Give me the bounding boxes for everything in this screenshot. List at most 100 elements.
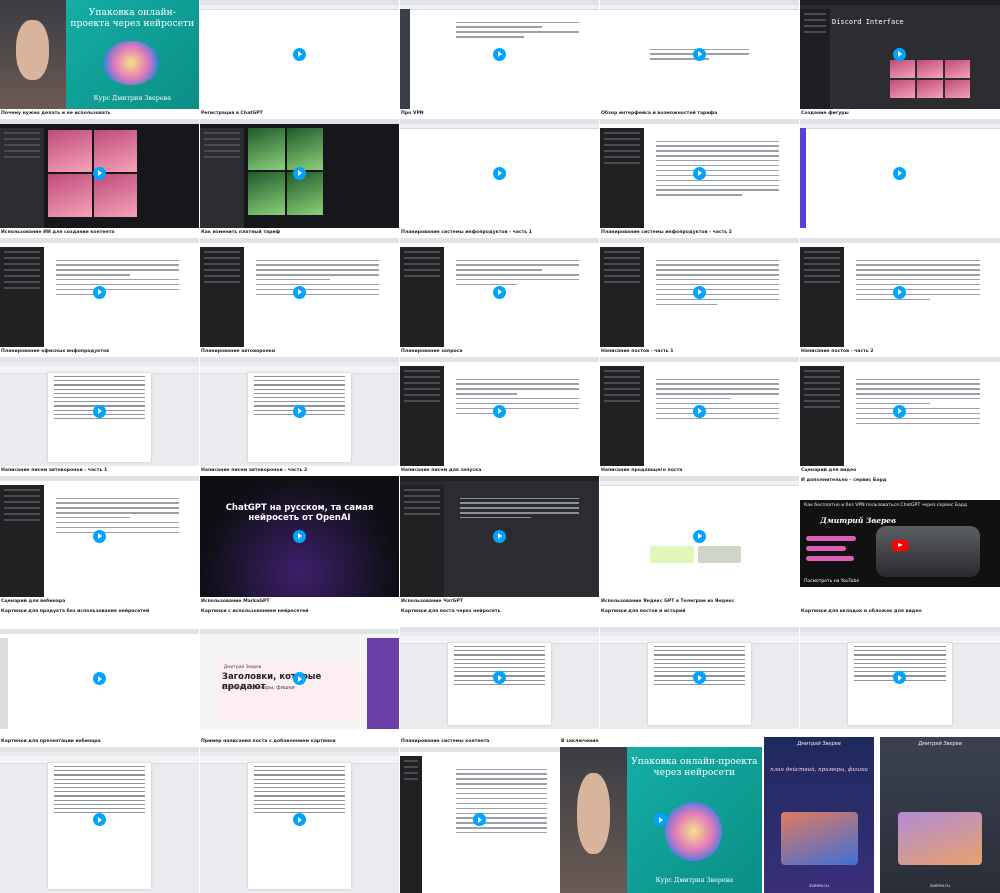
lesson-card[interactable]: Планирование системы контента — [400, 737, 560, 893]
lesson-card[interactable]: Обзор интерфейса и возможностей тарифа — [600, 0, 799, 119]
video-thumbnail[interactable]: ChatGPT на русском, та самая нейросеть о… — [200, 476, 399, 597]
video-thumbnail[interactable] — [400, 627, 599, 729]
lesson-card[interactable]: Как изменить платный тариф — [200, 119, 399, 238]
lesson-card[interactable]: Написание постов - часть 2 — [800, 238, 1000, 357]
play-icon[interactable] — [692, 404, 706, 418]
play-icon[interactable] — [654, 813, 667, 826]
lesson-caption[interactable]: Использование ИИ для создания контента — [1, 228, 199, 238]
lesson-caption[interactable]: Регистрация в ChatGPT — [201, 109, 399, 119]
lesson-card[interactable]: Discord Interface Создание фигуры — [800, 0, 1000, 119]
book-cover[interactable]: Дмитрий Зверев план действий, примеры, ф… — [764, 737, 874, 893]
lesson-caption[interactable]: Планирование запроса — [401, 347, 599, 357]
lesson-card[interactable]: Использование ИИ для создания контента — [0, 119, 199, 238]
play-icon[interactable] — [893, 285, 906, 299]
lesson-card[interactable]: Написание продающего поста — [600, 357, 799, 476]
lesson-caption[interactable]: Использование Яндекс GPT в Телеграм из Я… — [601, 597, 799, 607]
lesson-card[interactable]: Картинки для продукта без использования … — [0, 607, 199, 737]
video-thumbnail[interactable] — [400, 747, 560, 893]
lesson-caption[interactable]: Написание продающего поста — [601, 466, 799, 476]
play-icon[interactable] — [92, 529, 106, 543]
video-thumbnail[interactable] — [0, 629, 199, 729]
play-icon[interactable] — [92, 672, 106, 685]
lesson-card[interactable]: Картинки для вкладок и обложек для видео — [800, 607, 1000, 737]
video-thumbnail[interactable] — [0, 238, 199, 347]
lesson-caption[interactable]: Создание фигуры — [801, 109, 1000, 119]
video-thumbnail[interactable]: Упаковка онлайн-проекта через нейросети … — [0, 0, 199, 109]
video-thumbnail[interactable] — [200, 357, 399, 466]
play-icon[interactable] — [92, 285, 106, 299]
lesson-caption[interactable]: Обзор интерфейса и возможностей тарифа — [601, 109, 799, 119]
lesson-caption[interactable]: Как изменить платный тариф — [201, 228, 399, 238]
play-icon[interactable] — [92, 813, 106, 826]
play-icon[interactable] — [292, 47, 306, 61]
play-icon[interactable] — [893, 166, 906, 180]
lesson-caption[interactable]: И дополнительно – сервис Бард — [801, 476, 1000, 486]
lesson-caption[interactable]: Картинки для презентации вебинара — [1, 737, 199, 747]
lesson-card[interactable]: Использование Яндекс GPT в Телеграм из Я… — [600, 476, 799, 607]
video-thumbnail[interactable] — [0, 119, 199, 228]
lesson-card[interactable]: ChatGPT на русском, та самая нейросеть о… — [200, 476, 399, 607]
lesson-caption[interactable]: В заключение — [561, 737, 762, 747]
play-icon[interactable] — [292, 166, 306, 180]
video-thumbnail[interactable] — [0, 357, 199, 466]
play-icon[interactable] — [893, 671, 906, 684]
lesson-card[interactable]: Планирование запроса — [400, 238, 599, 357]
video-thumbnail[interactable] — [800, 238, 1000, 347]
lesson-card[interactable]: Написание постов - часть 1 — [600, 238, 799, 357]
lesson-caption[interactable]: Сценарий для вебинара — [1, 597, 199, 607]
lesson-card[interactable]: Написание писем автоворонки - часть 2 — [200, 357, 399, 476]
play-icon[interactable] — [692, 529, 706, 543]
play-icon[interactable] — [492, 404, 506, 418]
lesson-caption[interactable]: Написание постов - часть 2 — [801, 347, 1000, 357]
play-icon[interactable] — [492, 285, 506, 299]
youtube-watch-link[interactable]: Посмотреть на YouTube — [804, 579, 859, 584]
play-icon[interactable] — [473, 813, 486, 826]
lesson-card[interactable]: Картинки с использованием нейросетей Дми… — [200, 607, 399, 737]
lesson-card[interactable]: Планирование системы инфопродуктов - час… — [400, 119, 599, 238]
lesson-caption[interactable]: Картинки для постов и историй — [601, 607, 799, 617]
lesson-caption[interactable]: Использование ЧатGPT — [401, 597, 599, 607]
video-thumbnail[interactable] — [800, 119, 1000, 228]
lesson-card[interactable]: В заключение Упаковка онлайн-проекта чер… — [560, 737, 762, 893]
lesson-card[interactable]: Про VPN — [400, 0, 599, 119]
video-thumbnail[interactable] — [600, 0, 799, 109]
play-icon[interactable] — [292, 813, 306, 826]
lesson-card[interactable]: Планирование офисных инфопродуктов — [0, 238, 199, 357]
lesson-caption[interactable]: Картинки для продукта без использования … — [1, 607, 199, 617]
play-icon[interactable] — [692, 47, 706, 61]
play-icon[interactable] — [893, 404, 906, 418]
lesson-card[interactable]: Картинки для постов и историй — [600, 607, 799, 737]
lesson-caption[interactable]: Про VPN — [401, 109, 599, 119]
lesson-card[interactable]: Пример написания поста с добавлением кар… — [200, 737, 399, 893]
video-thumbnail[interactable]: Discord Interface — [800, 0, 1000, 109]
lesson-caption[interactable]: Картинки для поста через нейросеть — [401, 607, 599, 617]
lesson-card[interactable]: Сценарий для вебинара — [0, 476, 199, 607]
play-icon[interactable] — [292, 529, 306, 543]
play-icon[interactable] — [692, 166, 706, 180]
play-icon[interactable] — [92, 404, 106, 418]
video-thumbnail[interactable] — [400, 476, 599, 597]
video-thumbnail[interactable] — [0, 476, 199, 597]
lesson-caption[interactable]: Написание писем автоворонки - часть 2 — [201, 466, 399, 476]
video-thumbnail[interactable] — [600, 476, 799, 597]
play-icon[interactable] — [492, 671, 506, 684]
play-icon[interactable] — [292, 404, 306, 418]
video-thumbnail[interactable] — [600, 357, 799, 466]
play-icon[interactable] — [492, 529, 506, 543]
video-thumbnail[interactable]: Упаковка онлайн-проекта через нейросети … — [560, 747, 762, 893]
video-thumbnail[interactable] — [800, 627, 1000, 729]
lesson-caption[interactable]: Пример написания поста с добавлением кар… — [201, 737, 399, 747]
play-icon[interactable] — [893, 47, 906, 61]
video-thumbnail[interactable] — [400, 238, 599, 347]
video-thumbnail[interactable] — [200, 119, 399, 228]
lesson-caption[interactable]: Картинки для вкладок и обложек для видео — [801, 607, 1000, 617]
video-thumbnail[interactable] — [0, 747, 199, 893]
lesson-card[interactable]: Как бесплатно и без VPN пользоваться Cha… — [800, 476, 1000, 607]
video-thumbnail[interactable]: Как бесплатно и без VPN пользоваться Cha… — [800, 476, 1000, 597]
lesson-caption[interactable]: Планирование системы контента — [401, 737, 560, 747]
lesson-card[interactable]: Написание писем автоворонки - часть 1 — [0, 357, 199, 476]
lesson-card[interactable]: Регистрация в ChatGPT — [200, 0, 399, 119]
video-thumbnail[interactable] — [400, 357, 599, 466]
lesson-card[interactable]: Упаковка онлайн-проекта через нейросети … — [0, 0, 199, 119]
lesson-card[interactable]: Планирование автоворонки — [200, 238, 399, 357]
